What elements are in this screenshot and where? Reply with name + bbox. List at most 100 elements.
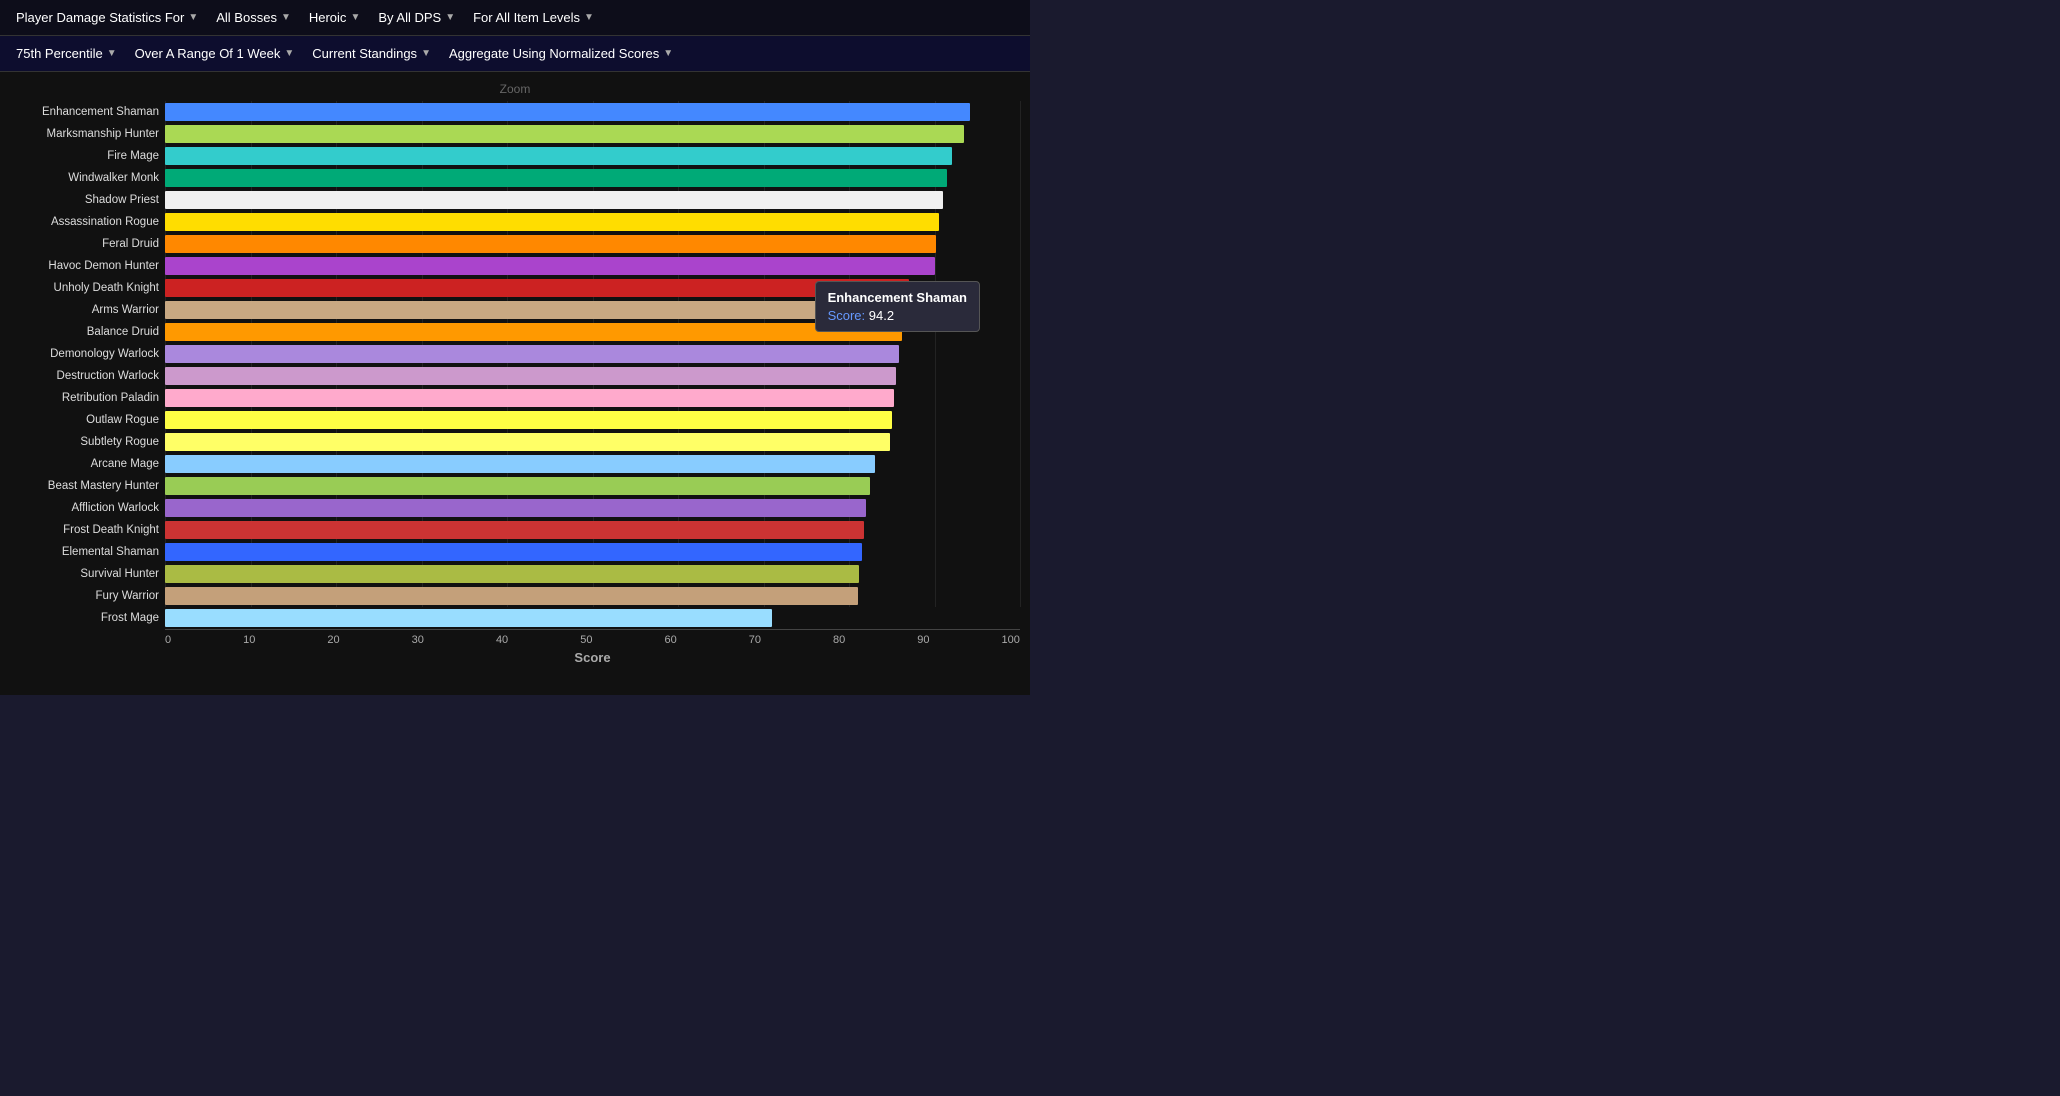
bar-label: Fire Mage — [107, 145, 159, 167]
bar-label: Survival Hunter — [80, 563, 159, 585]
bar[interactable] — [165, 147, 952, 165]
x-tick: 50 — [580, 634, 592, 646]
bar-label: Frost Death Knight — [63, 519, 159, 541]
bar-row — [165, 321, 1020, 343]
bar-label: Arcane Mage — [91, 453, 159, 475]
second-filter-bar: 75th Percentile ▼ Over A Range Of 1 Week … — [0, 36, 1030, 72]
bar-label: Unholy Death Knight — [54, 277, 159, 299]
bar-row — [165, 607, 1020, 629]
bar-row — [165, 475, 1020, 497]
bar-label: Outlaw Rogue — [86, 409, 159, 431]
bar-row — [165, 343, 1020, 365]
filter2-range[interactable]: Over A Range Of 1 Week ▼ — [129, 42, 301, 65]
x-axis-label: Score — [165, 650, 1020, 665]
bar[interactable] — [165, 433, 890, 451]
bar-label: Beast Mastery Hunter — [48, 475, 159, 497]
bar[interactable] — [165, 279, 909, 297]
filter-item-levels[interactable]: For All Item Levels ▼ — [467, 6, 600, 29]
bar-label: Demonology Warlock — [50, 343, 159, 365]
bar-row — [165, 431, 1020, 453]
bar-row — [165, 189, 1020, 211]
bar[interactable] — [165, 323, 902, 341]
filter2-aggregate[interactable]: Aggregate Using Normalized Scores ▼ — [443, 42, 679, 65]
bar[interactable] — [165, 411, 892, 429]
bar-label: Affliction Warlock — [71, 497, 159, 519]
bar-row — [165, 563, 1020, 585]
bar-label: Assassination Rogue — [51, 211, 159, 233]
bar-label: Retribution Paladin — [62, 387, 159, 409]
bar[interactable] — [165, 521, 864, 539]
filter-damage-stat[interactable]: Player Damage Statistics For ▼ — [10, 6, 204, 29]
bar-label: Subtlety Rogue — [80, 431, 159, 453]
labels-column: Enhancement ShamanMarksmanship HunterFir… — [10, 101, 165, 629]
bar-label: Destruction Warlock — [57, 365, 159, 387]
bar-label: Feral Druid — [102, 233, 159, 255]
x-tick: 40 — [496, 634, 508, 646]
bar[interactable] — [165, 367, 896, 385]
bar-row — [165, 233, 1020, 255]
bar-row — [165, 453, 1020, 475]
bar[interactable] — [165, 345, 899, 363]
x-tick: 20 — [327, 634, 339, 646]
bar-row — [165, 123, 1020, 145]
bar-row — [165, 145, 1020, 167]
x-tick: 30 — [412, 634, 424, 646]
bar[interactable] — [165, 191, 943, 209]
filter-difficulty[interactable]: Heroic ▼ — [303, 6, 366, 29]
bar-row — [165, 365, 1020, 387]
filter-bosses[interactable]: All Bosses ▼ — [210, 6, 297, 29]
bar[interactable] — [165, 103, 970, 121]
top-filter-bar: Player Damage Statistics For ▼ All Bosses… — [0, 0, 1030, 36]
grid-line — [1020, 101, 1021, 607]
x-tick: 60 — [664, 634, 676, 646]
x-axis: 0 10 20 30 40 50 60 70 80 90 100 — [165, 629, 1020, 646]
filter-dps[interactable]: By All DPS ▼ — [372, 6, 461, 29]
bar-row — [165, 497, 1020, 519]
bar[interactable] — [165, 565, 859, 583]
x-tick: 10 — [243, 634, 255, 646]
bar-label: Elemental Shaman — [62, 541, 159, 563]
bar[interactable] — [165, 125, 964, 143]
filter2-standings[interactable]: Current Standings ▼ — [306, 42, 437, 65]
bar[interactable] — [165, 235, 936, 253]
bar-label: Arms Warrior — [92, 299, 159, 321]
bar-label: Frost Mage — [101, 607, 159, 629]
bar[interactable] — [165, 213, 939, 231]
chart-area: Enhancement ShamanMarksmanship HunterFir… — [10, 101, 1020, 629]
bar-label: Fury Warrior — [96, 585, 159, 607]
chart-container: Zoom Enhancement ShamanMarksmanship Hunt… — [0, 72, 1030, 695]
bar[interactable] — [165, 609, 772, 627]
bar-row — [165, 255, 1020, 277]
bar[interactable] — [165, 455, 875, 473]
bar-row — [165, 101, 1020, 123]
bar-row — [165, 299, 1020, 321]
bar-label: Marksmanship Hunter — [47, 123, 159, 145]
bar-row — [165, 277, 1020, 299]
bar[interactable] — [165, 587, 858, 605]
bar-row — [165, 585, 1020, 607]
bar-label: Havoc Demon Hunter — [48, 255, 159, 277]
x-tick: 70 — [749, 634, 761, 646]
x-tick: 0 — [165, 634, 171, 646]
bar-row — [165, 211, 1020, 233]
filter2-percentile[interactable]: 75th Percentile ▼ — [10, 42, 123, 65]
x-tick: 90 — [917, 634, 929, 646]
bar-label: Balance Druid — [87, 321, 159, 343]
x-tick: 100 — [1002, 634, 1020, 646]
bar[interactable] — [165, 301, 905, 319]
zoom-label: Zoom — [10, 82, 1020, 96]
bar[interactable] — [165, 257, 935, 275]
bar[interactable] — [165, 477, 870, 495]
bar-label: Shadow Priest — [85, 189, 159, 211]
bar-row — [165, 167, 1020, 189]
bar[interactable] — [165, 389, 894, 407]
bar[interactable] — [165, 499, 866, 517]
bar-row — [165, 541, 1020, 563]
bar-row — [165, 409, 1020, 431]
bars-column: Enhancement Shaman Score: 94.2 — [165, 101, 1020, 629]
bar-label: Enhancement Shaman — [42, 101, 159, 123]
bar[interactable] — [165, 543, 862, 561]
bar-row — [165, 387, 1020, 409]
bar[interactable] — [165, 169, 947, 187]
x-tick: 80 — [833, 634, 845, 646]
